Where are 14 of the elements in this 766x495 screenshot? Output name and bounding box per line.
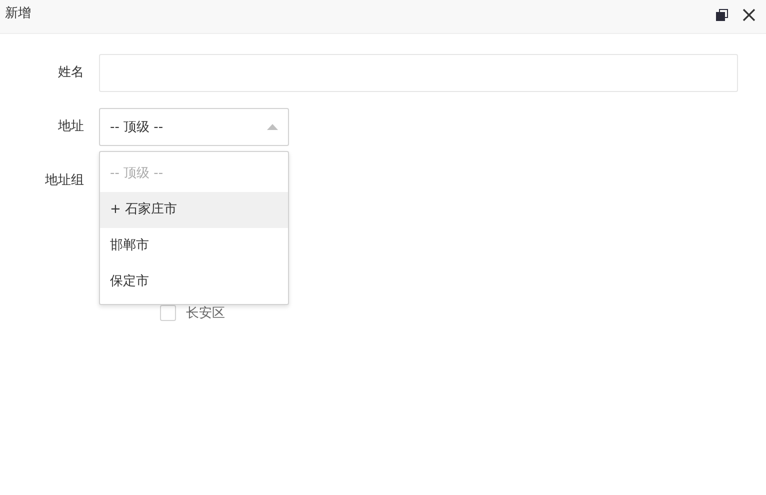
name-field[interactable]: [99, 54, 738, 92]
caret-icon: [267, 124, 278, 130]
dropdown-option[interactable]: 保定市: [100, 264, 288, 300]
window-title: 新增: [5, 4, 31, 22]
checkbox-label: 长安区: [186, 305, 225, 322]
field-label: 姓名: [57, 64, 85, 82]
dropdown-option[interactable]: 邯郸市: [100, 228, 288, 264]
close-icon[interactable]: [742, 8, 756, 22]
field-label: 地址: [57, 118, 85, 136]
field-label: 地址组: [44, 172, 85, 190]
dropdown-option[interactable]: + 石家庄市: [100, 192, 288, 228]
restore-icon[interactable]: [715, 8, 729, 22]
checkbox[interactable]: [160, 305, 176, 321]
address-select[interactable]: -- 顶级 --: [99, 108, 289, 146]
